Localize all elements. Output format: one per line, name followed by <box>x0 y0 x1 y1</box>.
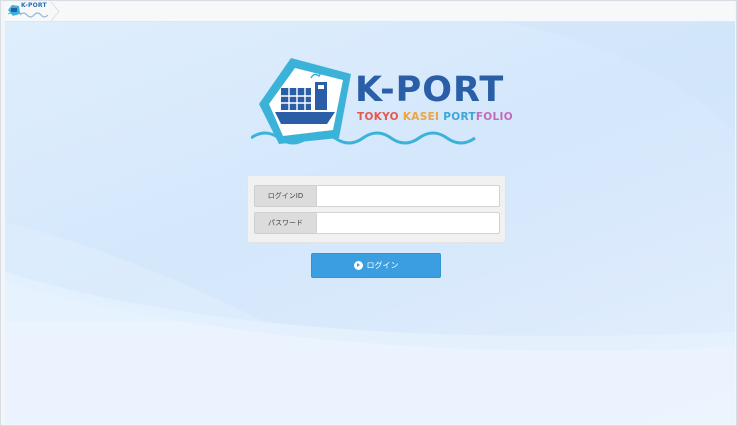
password-label: パスワード <box>254 212 316 234</box>
k-port-logo: K-PORT TOKYO KASEI PORTFOLIO <box>251 52 513 152</box>
logo-subtitle-part: PORT <box>443 111 476 123</box>
login-id-row: ログインID <box>254 185 500 207</box>
login-button-label: ログイン <box>366 261 399 270</box>
mini-wave-icon <box>20 12 48 18</box>
logo-subtitle: TOKYO KASEI PORTFOLIO <box>357 111 513 123</box>
logo-subtitle-part: KASEI <box>402 111 444 123</box>
k-port-logo-icon <box>7 5 21 16</box>
login-button[interactable]: ログイン <box>311 253 441 278</box>
logo-subtitle-part: TOKYO <box>357 111 403 123</box>
login-id-label: ログインID <box>254 185 316 207</box>
login-form: ログインID パスワード <box>247 175 506 243</box>
breadcrumb-bar: K-PORT <box>5 2 735 22</box>
logo-wave-icon <box>251 131 476 145</box>
breadcrumb-separator-icon <box>50 2 60 21</box>
app-window: K-PORT K-PORT TOKYO KASEI PORTFOLIO ログイン… <box>0 0 737 426</box>
login-page: K-PORT TOKYO KASEI PORTFOLIO ログインID パスワー… <box>5 22 735 424</box>
login-id-input[interactable] <box>316 185 500 207</box>
password-row: パスワード <box>254 212 500 234</box>
logo-title: K-PORT <box>355 70 505 110</box>
breadcrumb-logo-text: K-PORT <box>21 2 47 9</box>
logo-subtitle-part: FOLIO <box>475 111 513 123</box>
circle-arrow-right-icon <box>353 261 363 270</box>
password-input[interactable] <box>316 212 500 234</box>
